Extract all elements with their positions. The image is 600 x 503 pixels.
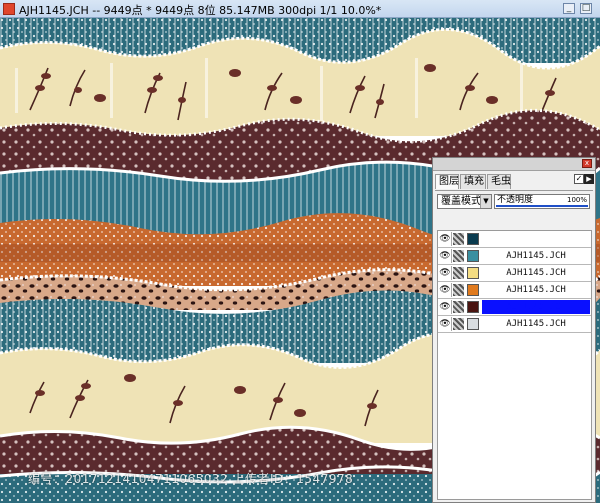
layer-color-swatch[interactable] xyxy=(467,301,479,313)
eye-icon[interactable]: 👁 xyxy=(439,266,452,280)
mask-icon[interactable] xyxy=(453,267,464,279)
layer-row[interactable]: 👁 AJH1145.JCH xyxy=(438,248,591,265)
opacity-control[interactable]: 不透明度 100% xyxy=(494,194,590,209)
opacity-label: 不透明度 xyxy=(497,195,534,205)
layer-name[interactable]: AJH1145.JCH xyxy=(482,317,590,331)
layer-name[interactable]: AJH1145.JCH xyxy=(482,283,590,297)
maximize-button[interactable]: □ xyxy=(580,3,592,14)
opacity-slider[interactable] xyxy=(496,205,588,207)
panel-menu-arrow-icon[interactable]: ▶ xyxy=(584,174,594,184)
eye-icon[interactable]: 👁 xyxy=(439,283,452,297)
mask-icon[interactable] xyxy=(453,284,464,296)
eye-icon[interactable]: 👁 xyxy=(439,300,452,314)
blend-mode-value: 覆盖模式 xyxy=(441,196,481,207)
minimize-button[interactable]: _ xyxy=(563,3,575,14)
window-title: AJH1145.JCH -- 9449点 * 9449点 8位 85.147MB… xyxy=(19,4,382,17)
app-icon xyxy=(3,3,15,15)
layer-name[interactable]: AJH1145.JCH xyxy=(482,266,590,280)
layer-name[interactable]: AJH1145.JCH xyxy=(482,300,590,314)
tab-caterpillar[interactable]: 毛虫 xyxy=(487,174,511,189)
mask-icon[interactable] xyxy=(453,233,464,245)
blend-mode-select[interactable]: 覆盖模式 ▼ xyxy=(437,194,492,209)
tab-layers[interactable]: 图层 xyxy=(435,174,459,189)
chevron-down-icon[interactable]: ▼ xyxy=(480,195,491,208)
layer-color-swatch[interactable] xyxy=(467,284,479,296)
mask-icon[interactable] xyxy=(453,301,464,313)
tab-divider xyxy=(435,190,593,191)
layer-color-swatch[interactable] xyxy=(467,250,479,262)
panel-close-button[interactable]: x xyxy=(582,159,592,168)
layer-row[interactable]: 👁 AJH1145.JCH xyxy=(438,316,591,333)
layer-name[interactable] xyxy=(482,232,590,246)
layer-color-swatch[interactable] xyxy=(467,233,479,245)
eye-icon[interactable]: 👁 xyxy=(439,249,452,263)
tab-fill[interactable]: 填充 xyxy=(460,174,486,189)
mask-icon[interactable] xyxy=(453,318,464,330)
eye-icon[interactable]: 👁 xyxy=(439,232,452,246)
panel-checkbox[interactable]: ✓ xyxy=(574,174,584,184)
layer-list[interactable]: 👁 👁 AJH1145.JCH 👁 AJH1145.JCH 👁 AJH1145.… xyxy=(437,230,592,500)
layer-row-selected[interactable]: 👁 AJH1145.JCH xyxy=(438,299,591,316)
layer-row[interactable]: 👁 AJH1145.JCH xyxy=(438,265,591,282)
opacity-value: 100% xyxy=(566,196,587,204)
layer-color-swatch[interactable] xyxy=(467,318,479,330)
layer-name[interactable]: AJH1145.JCH xyxy=(482,249,590,263)
layer-row[interactable]: 👁 AJH1145.JCH xyxy=(438,282,591,299)
layer-row[interactable]: 👁 xyxy=(438,231,591,248)
layer-color-swatch[interactable] xyxy=(467,267,479,279)
watermark-text: 编号：20171214104711065032 上传者ID：1547978 xyxy=(28,472,354,486)
mask-icon[interactable] xyxy=(453,250,464,262)
eye-icon[interactable]: 👁 xyxy=(439,317,452,331)
layers-panel[interactable]: x 图层 填充 毛虫 ✓ ▶ 覆盖模式 ▼ 不透明度 100% 👁 👁 AJH1… xyxy=(432,157,596,503)
panel-title-bar[interactable]: x xyxy=(433,158,595,171)
window-title-bar: AJH1145.JCH -- 9449点 * 9449点 8位 85.147MB… xyxy=(0,0,600,18)
